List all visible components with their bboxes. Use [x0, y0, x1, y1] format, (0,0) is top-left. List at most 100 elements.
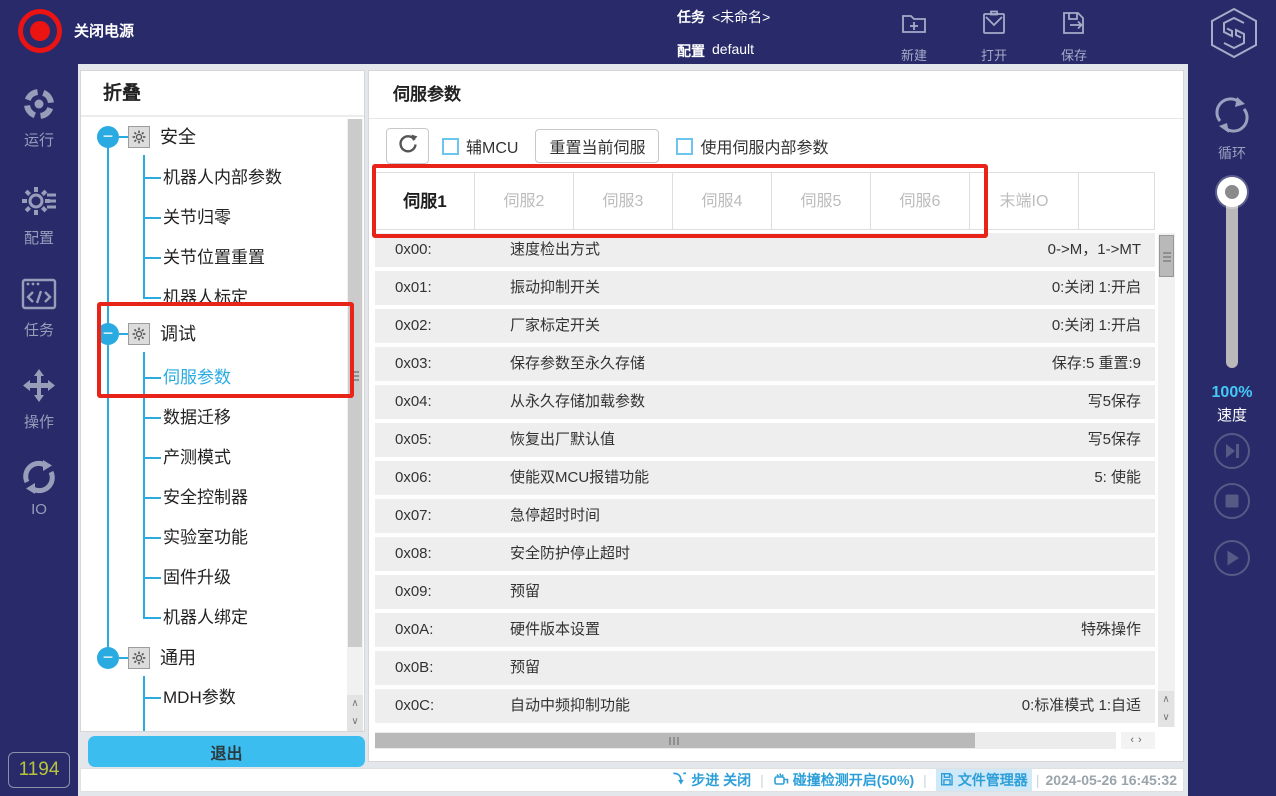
- tabbar-filler: [1078, 172, 1155, 230]
- servo-param-table: 0x00: 速度检出方式 0->M，1->MT 0x01: 振动抑制开关 0:关闭 1:…: [375, 233, 1155, 727]
- tree-scrollbar[interactable]: ∧ ∨: [347, 119, 363, 731]
- param-row[interactable]: 0x01: 振动抑制开关 0:关闭 1:开启: [375, 271, 1155, 305]
- power-off-label: 关闭电源: [74, 23, 135, 40]
- tree-item-robot-calibration[interactable]: 机器人标定: [143, 278, 248, 318]
- param-row[interactable]: 0x04: 从永久存储加载参数 写5保存: [375, 385, 1155, 419]
- config-value: default: [712, 41, 755, 57]
- param-row[interactable]: 0x06: 使能双MCU报错功能 5: 使能: [375, 461, 1155, 495]
- cycle-mode-button[interactable]: 循环: [1188, 94, 1276, 163]
- tree-group-safety[interactable]: − 安全: [81, 117, 341, 157]
- play-button[interactable]: [1213, 539, 1251, 577]
- tree-scrollbar-thumb[interactable]: [348, 119, 362, 647]
- nav-item-config[interactable]: 配置: [0, 182, 78, 248]
- param-row[interactable]: 0x00: 速度检出方式 0->M，1->MT: [375, 233, 1155, 267]
- tree-item-data-migration[interactable]: 数据迁移: [143, 398, 231, 438]
- step-mode-icon: [672, 771, 687, 789]
- servo-params-panel: 伺服参数 辅MCU 重置当前伺服 使用伺服内部参数 伺服1 伺服2 伺服3 伺服…: [368, 70, 1184, 762]
- collision-icon: [773, 771, 789, 790]
- speed-slider-track[interactable]: [1226, 190, 1238, 368]
- aux-mcu-checkbox[interactable]: [442, 137, 459, 155]
- tree-item-mdh-params[interactable]: MDH参数: [143, 678, 236, 718]
- table-vertical-scrollbar[interactable]: ∧ ∨: [1158, 233, 1175, 727]
- power-off-button[interactable]: [18, 9, 62, 53]
- param-row[interactable]: 0x09: 预留: [375, 575, 1155, 609]
- task-value: <未命名>: [712, 9, 771, 25]
- run-icon: [21, 89, 57, 126]
- status-bar: 步进 关闭 | 碰撞检测开启(50%) | 文件管理器 | 2024-05-26…: [80, 768, 1184, 792]
- hscroll-left-right-buttons[interactable]: ‹›: [1121, 732, 1155, 749]
- save-task-button[interactable]: 保存: [1042, 8, 1106, 64]
- refresh-button[interactable]: [386, 128, 429, 164]
- gear-icon: [128, 323, 150, 345]
- step-forward-button[interactable]: [1213, 432, 1251, 470]
- open-task-button[interactable]: 打开: [962, 8, 1026, 64]
- scroll-up-icon[interactable]: ∧: [347, 695, 363, 713]
- right-control-rail: 循环 100% 速度: [1188, 64, 1276, 796]
- tree-item-robot-binding[interactable]: 机器人绑定: [143, 598, 248, 638]
- gear-icon: [128, 126, 150, 148]
- servo-toolbar: 辅MCU 重置当前伺服 使用伺服内部参数: [369, 120, 1185, 172]
- scroll-up-icon[interactable]: ∧: [1158, 691, 1174, 709]
- use-internal-params-label: 使用伺服内部参数: [700, 140, 829, 157]
- table-vscroll-thumb[interactable]: [1159, 235, 1174, 277]
- tree-item-servo-params-selected[interactable]: 伺服参数: [143, 358, 231, 398]
- open-file-icon: [979, 10, 1009, 42]
- speed-slider-handle[interactable]: [1217, 177, 1247, 207]
- tree-item-robot-internal-params[interactable]: 机器人内部参数: [143, 158, 282, 198]
- nav-item-jog[interactable]: 操作: [0, 368, 78, 432]
- nav-item-task[interactable]: 任务: [0, 276, 78, 340]
- param-row[interactable]: 0x05: 恢复出厂默认值 写5保存: [375, 423, 1155, 457]
- tree-group-general[interactable]: − 通用: [81, 638, 341, 678]
- file-manager-button[interactable]: 文件管理器: [935, 769, 1032, 791]
- param-row[interactable]: 0x07: 急停超时时间: [375, 499, 1155, 533]
- clock-timestamp: 2024-05-26 16:45:32: [1045, 772, 1177, 788]
- collapse-toggle-icon[interactable]: −: [97, 126, 119, 148]
- tree-item-lab-features[interactable]: 实验室功能: [143, 518, 248, 558]
- power-icon: [30, 21, 50, 41]
- tree-group-debug[interactable]: − 调试: [81, 314, 341, 354]
- tab-servo4[interactable]: 伺服4: [672, 172, 772, 230]
- tab-servo5[interactable]: 伺服5: [771, 172, 871, 230]
- collision-detection-status[interactable]: 碰撞检测开启(50%): [773, 770, 914, 790]
- robot-teach-pendant-screen: 关闭电源 任务 <未命名> 配置 default 新建 打开 保存 运行 配置 …: [0, 0, 1276, 796]
- new-task-button[interactable]: 新建: [882, 8, 946, 64]
- exit-button[interactable]: 退出: [88, 736, 365, 767]
- collapse-toggle-icon[interactable]: −: [97, 323, 119, 345]
- tree-item-joint-zeroing[interactable]: 关节归零: [143, 198, 231, 238]
- table-hscroll-thumb[interactable]: [375, 733, 975, 748]
- param-row[interactable]: 0x02: 厂家标定开关 0:关闭 1:开启: [375, 309, 1155, 343]
- collapse-header[interactable]: 折叠: [81, 71, 364, 117]
- param-row[interactable]: 0x03: 保存参数至永久存储 保存:5 重置:9: [375, 347, 1155, 381]
- tree-item-production-test-mode[interactable]: 产测模式: [143, 438, 231, 478]
- nav-item-io[interactable]: IO: [0, 460, 78, 518]
- tab-servo3[interactable]: 伺服3: [573, 172, 673, 230]
- tab-servo1[interactable]: 伺服1: [375, 172, 475, 230]
- refresh-icon: [396, 132, 420, 161]
- collapse-toggle-icon[interactable]: −: [97, 647, 119, 669]
- table-horizontal-scrollbar[interactable]: [375, 732, 1116, 749]
- tree-item-safety-controller[interactable]: 安全控制器: [143, 478, 248, 518]
- stop-button[interactable]: [1213, 482, 1251, 520]
- param-row[interactable]: 0x0A: 硬件版本设置 特殊操作: [375, 613, 1155, 647]
- param-row[interactable]: 0x0B: 预留: [375, 651, 1155, 685]
- tab-end-io[interactable]: 末端IO: [969, 172, 1079, 230]
- param-row[interactable]: 0x08: 安全防护停止超时: [375, 537, 1155, 571]
- use-internal-params-checkbox[interactable]: [676, 137, 694, 155]
- aux-mcu-label: 辅MCU: [466, 140, 519, 157]
- nav-item-run[interactable]: 运行: [0, 86, 78, 150]
- move-arrows-icon: [21, 369, 57, 408]
- tree-item-firmware-upgrade[interactable]: 固件升级: [143, 558, 231, 598]
- config-label: 配置: [677, 43, 705, 59]
- reset-current-servo-button[interactable]: 重置当前伺服: [535, 129, 660, 163]
- config-gear-icon: [20, 187, 58, 224]
- gear-icon: [128, 647, 150, 669]
- tab-servo2[interactable]: 伺服2: [474, 172, 574, 230]
- scroll-down-icon[interactable]: ∨: [1158, 709, 1174, 727]
- servo-tabbar: 伺服1 伺服2 伺服3 伺服4 伺服5 伺服6 末端IO: [375, 172, 1155, 230]
- speed-label: 速度: [1216, 407, 1247, 424]
- tree-item-joint-position-reset[interactable]: 关节位置重置: [143, 238, 265, 278]
- tab-servo6[interactable]: 伺服6: [870, 172, 970, 230]
- scroll-down-icon[interactable]: ∨: [347, 713, 363, 731]
- step-mode-status[interactable]: 步进 关闭: [672, 770, 751, 790]
- param-row[interactable]: 0x0C: 自动中频抑制功能 0:标准模式 1:自适: [375, 689, 1155, 723]
